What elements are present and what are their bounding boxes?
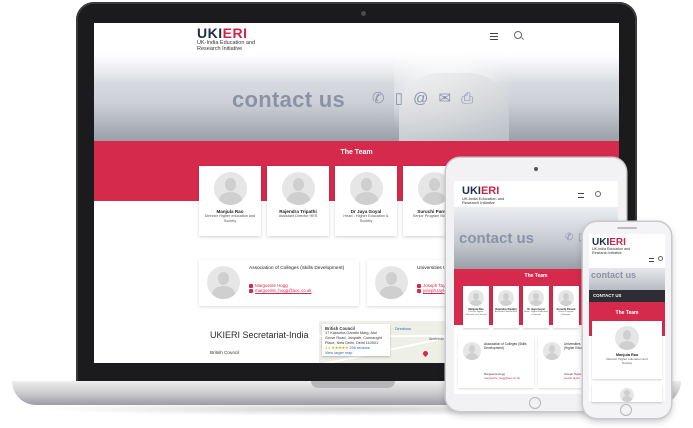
map-pin-icon [421, 349, 430, 358]
avatar-icon [620, 388, 634, 402]
secretariat-address: British Council [210, 350, 240, 355]
team-card[interactable]: Rajendra Tripathi Assistant Director HES [267, 166, 329, 236]
team-card[interactable]: Rajendra Tripathi Assistant Director HES [493, 286, 519, 328]
team-card[interactable]: Dr Jaya Goyal Head - Higher Education & … [335, 166, 397, 236]
org-email-link[interactable]: joseph.taylor [423, 288, 448, 293]
avatar-icon [615, 326, 639, 350]
org-name: Association of Colleges (Skills Developm… [249, 266, 345, 271]
laptop-camera [361, 11, 366, 16]
map-info-box: British Council 17 Kasturba Gandhi Marg,… [322, 324, 390, 356]
search-icon[interactable] [514, 31, 522, 39]
avatar-icon [558, 290, 574, 306]
member-role: Head - Higher Education & Society [343, 214, 389, 223]
search-icon[interactable] [658, 256, 663, 261]
hero-contact-icons: ✆ ▯ @ ✉ ⎙ [372, 90, 477, 107]
team-card[interactable]: Dr Jaya Goyal Head - Higher Education & … [523, 286, 549, 328]
org-card: Association of Colleges (Skills Developm… [458, 336, 534, 388]
tablet-home-button [529, 397, 541, 409]
team-card[interactable]: Suruchi Pareek Senior Program Manager [553, 286, 579, 328]
member-role: Assistant Director HES [278, 214, 318, 218]
logo-tagline: UK-India Education and Research Initiati… [197, 40, 256, 53]
logo-mark-a: UKI [197, 25, 223, 41]
avatar-icon [375, 266, 408, 299]
member-role: Director Higher education and Society [465, 311, 487, 316]
phone-speaker [617, 227, 637, 229]
phone-contact-bar-label: CONTACT US [593, 293, 622, 298]
site-header: UKIERI UK-India Education and Research I… [94, 23, 619, 53]
team-card[interactable] [592, 384, 662, 402]
map-reviews-link[interactable]: 296 reviews [349, 346, 369, 350]
map-poi-label: American [429, 337, 445, 341]
device-mockup-stage: UKIERI UK-India Education and Research I… [0, 0, 693, 428]
tablet-camera [534, 167, 538, 171]
mail-icon [417, 288, 421, 293]
org-card: Association of Colleges (Skills Developm… [199, 260, 359, 306]
phone-team-title: The Team [615, 310, 639, 316]
member-role: Assistant Director HES [494, 311, 518, 313]
avatar-icon [213, 172, 247, 205]
avatar-icon [349, 172, 383, 205]
map-larger-link[interactable]: View larger map [325, 351, 352, 355]
avatar-icon [543, 342, 561, 360]
hero-hand-image [399, 73, 509, 141]
menu-icon[interactable] [490, 33, 498, 40]
logo-mark-b: ERI [222, 25, 248, 41]
map-directions-label[interactable]: Directions [395, 327, 411, 331]
org-email-link[interactable]: marguerite_hogg@aoc.co.uk [255, 288, 311, 293]
laptop-base-notch [311, 381, 395, 388]
logo-tagline: UK-India Education and Research Initiati… [462, 196, 505, 205]
avatar-icon [281, 172, 315, 205]
member-role: Head - Higher Education & Society [524, 311, 548, 316]
menu-icon[interactable] [649, 258, 654, 262]
phone-hero-headline: contact us [591, 270, 637, 280]
tablet-hero-icons: ✆ ▯ [565, 232, 585, 243]
org-email-link[interactable]: joseph.taylor [564, 376, 580, 380]
search-icon[interactable] [595, 191, 601, 197]
member-role: Director Higher education and Society [606, 357, 648, 366]
member-role: Director Higher education and Society [204, 214, 256, 223]
site-logo[interactable]: UKIERI UK-India Education and Research I… [197, 26, 257, 53]
team-card[interactable]: Manjula Rao Director Higher education an… [463, 286, 489, 328]
avatar-icon [463, 342, 481, 360]
team-title: The Team [340, 149, 373, 156]
org-name: Association of Colleges (Skills Developm… [484, 342, 527, 351]
tablet-logo[interactable]: UKIERI UK-India Education and Research I… [462, 186, 506, 205]
org-contact: Marguerite Hogg marguerite_hogg@aoc.co.u… [484, 372, 534, 380]
hero-headline: contact us [232, 87, 346, 112]
team-card[interactable]: Manjula Rao Director Higher education an… [199, 166, 261, 236]
menu-icon[interactable] [578, 193, 584, 198]
tablet-hero-headline: contact us [459, 230, 535, 247]
avatar-icon [468, 290, 484, 306]
embedded-map[interactable]: British Council 17 Kasturba Gandhi Marg,… [319, 321, 459, 363]
secretariat-title: UKIERI Secretariat-India [210, 330, 309, 340]
avatar-icon [498, 290, 514, 306]
member-role: Senior Program Manager [558, 311, 574, 316]
logo-tagline: UK-India Education and Research Initiati… [592, 247, 630, 255]
mail-icon [249, 288, 253, 293]
map-address: 17 Kasturba Gandhi Marg, Atul Grove Road… [325, 331, 382, 346]
team-card[interactable]: Manjula Rao Director Higher education an… [592, 321, 662, 379]
avatar-icon [528, 290, 544, 306]
phone-home-button [620, 404, 632, 416]
org-email-link[interactable]: marguerite_hogg@aoc.co.uk [484, 376, 520, 380]
avatar-icon [207, 266, 240, 299]
hero-banner: contact us ✆ ▯ @ ✉ ⎙ [94, 53, 619, 141]
phone-logo[interactable]: UKIERI UK-India Education and Research I… [592, 238, 632, 255]
org-contact: Marguerite Hogg marguerite_hogg@aoc.co.u… [249, 283, 359, 293]
map-rating: 4.4 ★★★★★ [325, 346, 349, 351]
